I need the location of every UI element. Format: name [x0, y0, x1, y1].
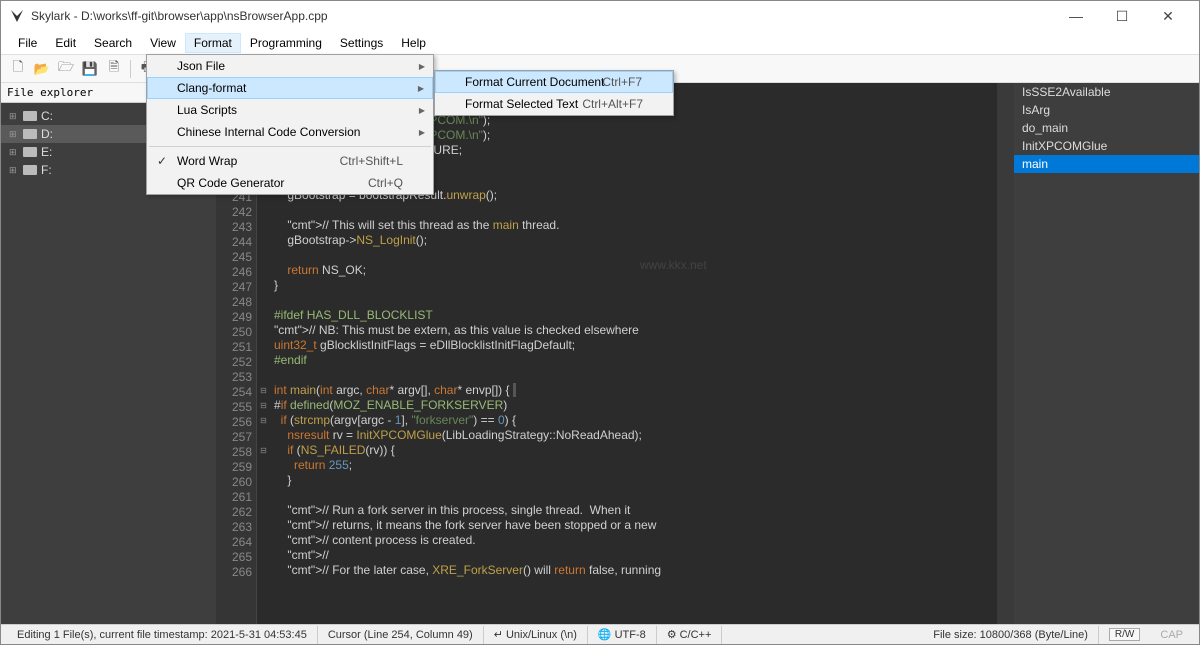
open-icon[interactable]: 📂 [31, 58, 53, 80]
menu-format[interactable]: Format [185, 33, 241, 53]
symbol-item[interactable]: IsSSE2Available [1014, 83, 1199, 101]
menu-view[interactable]: View [141, 33, 185, 53]
status-encoding[interactable]: 🌐UTF-8 [588, 626, 657, 644]
symbols-panel: IsSSE2AvailableIsArgdo_mainInitXPCOMGlue… [1014, 83, 1199, 624]
status-capslock: CAP [1150, 626, 1193, 644]
symbol-item[interactable]: InitXPCOMGlue [1014, 137, 1199, 155]
menu-item[interactable]: Format Current DocumentCtrl+F7 [435, 71, 673, 93]
symbol-item[interactable]: do_main [1014, 119, 1199, 137]
open-folder-icon[interactable]: 🗁 [55, 58, 77, 80]
maximize-button[interactable]: ☐ [1099, 1, 1145, 31]
format-menu-dropdown: Json FileClang-formatLua ScriptsChinese … [146, 54, 434, 195]
menu-item[interactable]: QR Code GeneratorCtrl+Q [147, 172, 433, 194]
menu-settings[interactable]: Settings [331, 33, 392, 53]
menu-search[interactable]: Search [85, 33, 141, 53]
toolbar-separator [130, 60, 131, 78]
window-title: Skylark - D:\works\ff-git\browser\app\ns… [31, 9, 1053, 23]
save-icon[interactable]: 💾 [79, 58, 101, 80]
app-icon [9, 8, 25, 24]
minimize-button[interactable]: — [1053, 1, 1099, 31]
status-editing: Editing 1 File(s), current file timestam… [7, 626, 318, 644]
menu-item[interactable]: Format Selected TextCtrl+Alt+F7 [435, 93, 673, 115]
menu-item[interactable]: Word WrapCtrl+Shift+L [147, 150, 433, 172]
menu-file[interactable]: File [9, 33, 46, 53]
symbol-item[interactable]: IsArg [1014, 101, 1199, 119]
close-button[interactable]: ✕ [1145, 1, 1191, 31]
status-cursor: Cursor (Line 254, Column 49) [318, 626, 484, 644]
menu-item[interactable]: Chinese Internal Code Conversion [147, 121, 433, 143]
status-lang[interactable]: ⚙C/C++ [657, 626, 723, 644]
menu-item[interactable]: Lua Scripts [147, 99, 433, 121]
menu-separator [149, 146, 431, 147]
menu-help[interactable]: Help [392, 33, 435, 53]
status-eol[interactable]: ↵Unix/Linux (\n) [484, 626, 588, 644]
menu-edit[interactable]: Edit [46, 33, 85, 53]
titlebar: Skylark - D:\works\ff-git\browser\app\ns… [1, 1, 1199, 31]
menu-programming[interactable]: Programming [241, 33, 331, 53]
status-filesize: File size: 10800/368 (Byte/Line) [923, 626, 1099, 644]
menu-item[interactable]: Json File [147, 55, 433, 77]
save-all-icon[interactable]: 🗎 [103, 58, 125, 80]
menu-item[interactable]: Clang-format [147, 77, 433, 99]
menubar: FileEditSearchViewFormatProgrammingSetti… [1, 31, 1199, 55]
vertical-scrollbar[interactable] [997, 83, 1014, 624]
symbol-item[interactable]: main [1014, 155, 1199, 173]
new-file-icon[interactable]: 🗋 [7, 58, 29, 80]
statusbar: Editing 1 File(s), current file timestam… [1, 624, 1199, 644]
watermark: www.kkx.net [640, 258, 707, 273]
status-readwrite[interactable]: R/W [1099, 626, 1150, 644]
clang-format-submenu: Format Current DocumentCtrl+F7Format Sel… [434, 70, 674, 116]
